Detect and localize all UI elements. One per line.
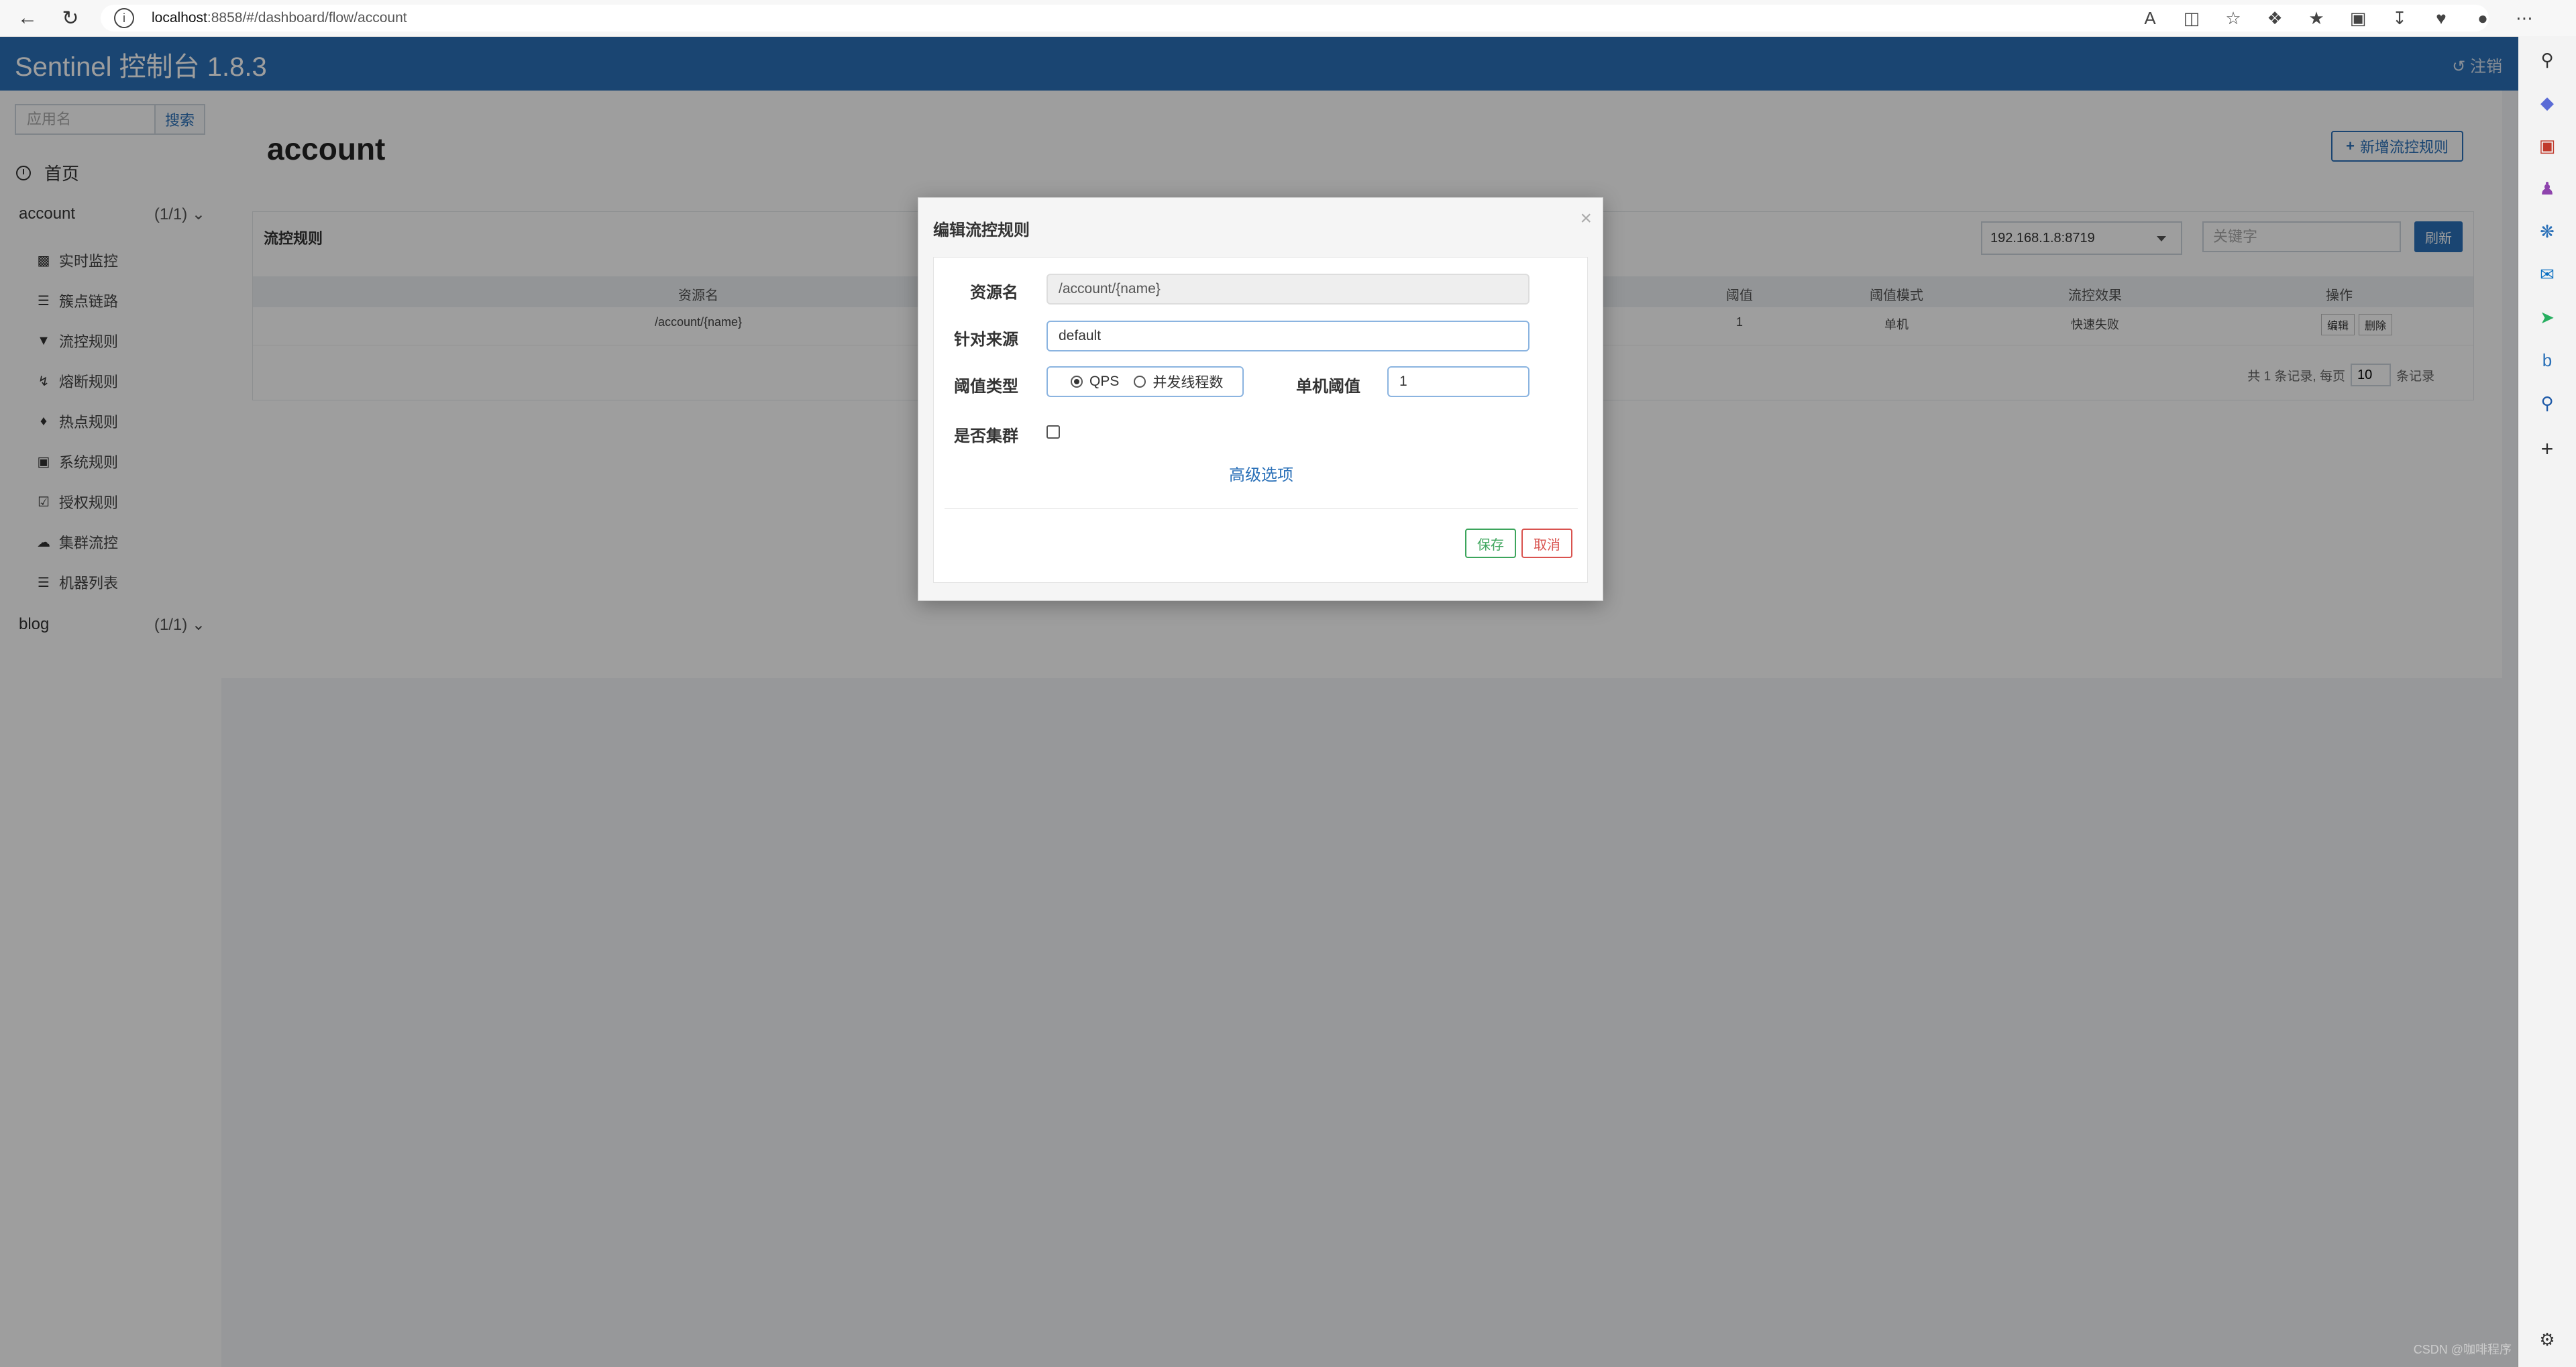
people-icon[interactable]: ♟	[2533, 174, 2561, 203]
profile-avatar-icon[interactable]: ●	[2471, 8, 2494, 29]
back-icon[interactable]: ←	[9, 0, 46, 36]
bing-icon[interactable]: b	[2533, 346, 2561, 374]
more-icon[interactable]: ⋯	[2513, 8, 2536, 29]
favorite-star-icon[interactable]: ☆	[2222, 8, 2245, 29]
address-url: localhost:8858/#/dashboard/flow/account	[152, 10, 407, 25]
browser-essentials-icon[interactable]: ♥	[2430, 8, 2453, 29]
browser-sidebar: ⚲ ◆ ▣ ♟ ❋ ✉ ➤ b ⚲ + ⚙	[2518, 36, 2576, 1367]
address-bar[interactable]: i localhost:8858/#/dashboard/flow/accoun…	[101, 5, 2489, 32]
collections-icon[interactable]: ▣	[2347, 8, 2369, 29]
outlook-icon[interactable]: ✉	[2533, 260, 2561, 288]
resource-field: /account/{name}	[1046, 274, 1529, 305]
toolbox-icon[interactable]: ▣	[2533, 131, 2561, 160]
split-screen-icon[interactable]: ◫	[2180, 8, 2203, 29]
watermark: CSDN @咖啡程序	[2413, 1343, 2512, 1356]
dialog-body: 资源名 /account/{name} 针对来源 default 阈值类型 QP…	[933, 257, 1588, 583]
threshold-type-group: QPS 并发线程数	[1046, 366, 1244, 397]
origin-input[interactable]: default	[1046, 321, 1529, 351]
save-button[interactable]: 保存	[1465, 529, 1516, 558]
search-icon[interactable]: ⚲	[2533, 389, 2561, 417]
browser-toolbar: ← ↻ i localhost:8858/#/dashboard/flow/ac…	[0, 0, 2576, 37]
origin-label: 针对来源	[954, 331, 1018, 349]
divider	[945, 508, 1578, 509]
radio-qps[interactable]	[1071, 376, 1083, 388]
tag-icon[interactable]: ◆	[2533, 89, 2561, 117]
browser-actions: A ◫ ☆ ❖ ★ ▣ ↧ ♥ ● ⋯	[2139, 0, 2536, 36]
gear-icon[interactable]: ⚙	[2533, 1325, 2561, 1354]
resource-label: 资源名	[970, 284, 1018, 302]
favorites-icon[interactable]: ★	[2305, 8, 2328, 29]
radio-qps-label: QPS	[1089, 374, 1120, 389]
reload-icon[interactable]: ↻	[52, 0, 89, 36]
site-info-icon[interactable]: i	[114, 8, 134, 28]
downloads-icon[interactable]: ↧	[2388, 8, 2411, 29]
single-threshold-input[interactable]: 1	[1387, 366, 1529, 397]
threshold-type-label: 阈值类型	[954, 378, 1018, 396]
advanced-options-link[interactable]: 高级选项	[934, 461, 1589, 485]
extensions-icon[interactable]: ❖	[2263, 8, 2286, 29]
single-threshold-label: 单机阈值	[1296, 378, 1360, 396]
dialog-title: 编辑流控规则	[933, 221, 1030, 239]
radio-threads[interactable]	[1134, 376, 1146, 388]
office-icon[interactable]: ❋	[2533, 217, 2561, 245]
search-icon[interactable]: ⚲	[2533, 46, 2561, 74]
send-icon[interactable]: ➤	[2533, 303, 2561, 331]
radio-threads-label: 并发线程数	[1152, 375, 1224, 390]
close-icon[interactable]: ×	[1580, 207, 1592, 230]
cluster-checkbox[interactable]	[1046, 425, 1060, 439]
cluster-label: 是否集群	[954, 427, 1018, 445]
read-aloud-icon[interactable]: A	[2139, 8, 2161, 29]
cancel-button[interactable]: 取消	[1521, 529, 1572, 558]
edit-flow-rule-dialog: 编辑流控规则 × 资源名 /account/{name} 针对来源 defaul…	[918, 197, 1603, 601]
add-icon[interactable]: +	[2533, 435, 2561, 463]
